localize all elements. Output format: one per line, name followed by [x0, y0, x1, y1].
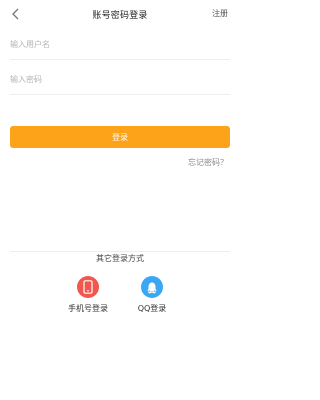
register-link[interactable]: 注册 — [212, 8, 228, 19]
qq-login-label: QQ登录 — [137, 304, 167, 313]
other-login-heading: 其它登录方式 — [0, 246, 240, 265]
password-field — [10, 65, 230, 95]
login-screen: 账号密码登录 注册 登录 忘记密码？ 其它登录方式 手机号登录 — [0, 0, 240, 400]
username-input[interactable] — [10, 30, 230, 59]
header-bar: 账号密码登录 注册 — [0, 0, 240, 28]
page-title: 账号密码登录 — [92, 10, 148, 21]
phone-login-icon-circle — [77, 276, 99, 298]
login-button[interactable]: 登录 — [10, 126, 230, 148]
qq-login-icon-circle — [141, 276, 163, 298]
chevron-left-icon — [12, 8, 19, 20]
phone-login-button[interactable]: 手机号登录 — [66, 276, 110, 314]
forgot-password-link[interactable]: 忘记密码？ — [188, 157, 228, 168]
qq-login-button[interactable]: QQ登录 — [130, 276, 174, 314]
username-field — [10, 30, 230, 60]
other-login-title: 其它登录方式 — [90, 254, 150, 263]
qq-icon — [147, 281, 157, 293]
phone-icon — [83, 280, 93, 294]
back-button[interactable] — [8, 6, 22, 22]
password-input[interactable] — [10, 65, 230, 94]
phone-login-label: 手机号登录 — [68, 304, 108, 313]
